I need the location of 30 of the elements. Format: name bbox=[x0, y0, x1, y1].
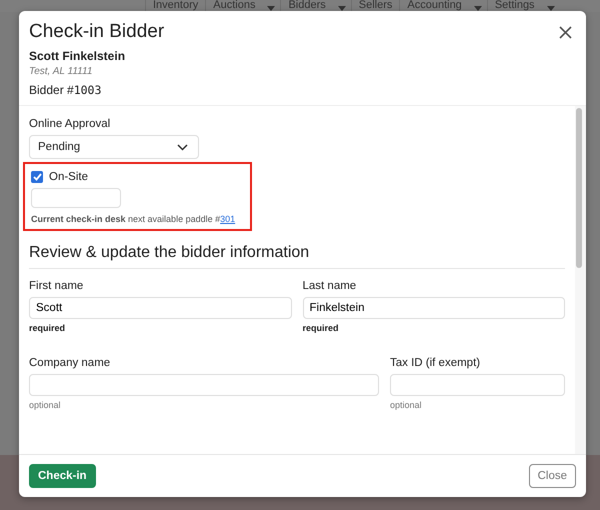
paddle-input[interactable] bbox=[31, 188, 121, 208]
modal-title: Check-in Bidder bbox=[29, 21, 164, 43]
field-note: required bbox=[29, 323, 66, 333]
checkbox-label: On-Site bbox=[49, 171, 88, 183]
field-label: First name bbox=[29, 280, 84, 292]
approval-select[interactable]: Pending bbox=[29, 135, 199, 159]
help-text: Current check-in desk next available paddle #301 bbox=[31, 214, 236, 224]
section-heading: Review & update the bidder information bbox=[29, 244, 565, 269]
text-input[interactable]: Scott bbox=[29, 297, 292, 319]
paddle-link[interactable]: 301 bbox=[220, 214, 236, 224]
field-label: Last name bbox=[302, 280, 358, 292]
field-label: Online Approval bbox=[29, 118, 112, 130]
bidder-label: Bidder # bbox=[29, 83, 74, 97]
field-note: optional bbox=[29, 400, 62, 410]
field-note: optional bbox=[390, 400, 423, 410]
chevron-down-icon bbox=[177, 144, 188, 150]
field-label: Company name bbox=[29, 357, 112, 369]
bidder-number: 1003 bbox=[74, 83, 102, 97]
check-in-button[interactable]: Check-in bbox=[29, 464, 96, 488]
bidder-name: Scott Finkelstein bbox=[29, 49, 126, 63]
close-button[interactable]: Close bbox=[528, 464, 576, 488]
close-icon[interactable] bbox=[559, 26, 572, 38]
bidder-location: Test, AL 11111 bbox=[29, 66, 94, 77]
text-input[interactable] bbox=[390, 374, 565, 396]
onsite-checkbox[interactable] bbox=[31, 171, 43, 183]
text-input[interactable]: Finkelstein bbox=[302, 297, 565, 319]
field-label: Tax ID (if exempt) bbox=[390, 357, 482, 369]
text-input[interactable] bbox=[29, 374, 379, 396]
scrollbar[interactable] bbox=[575, 106, 586, 454]
field-note: required bbox=[302, 323, 340, 333]
